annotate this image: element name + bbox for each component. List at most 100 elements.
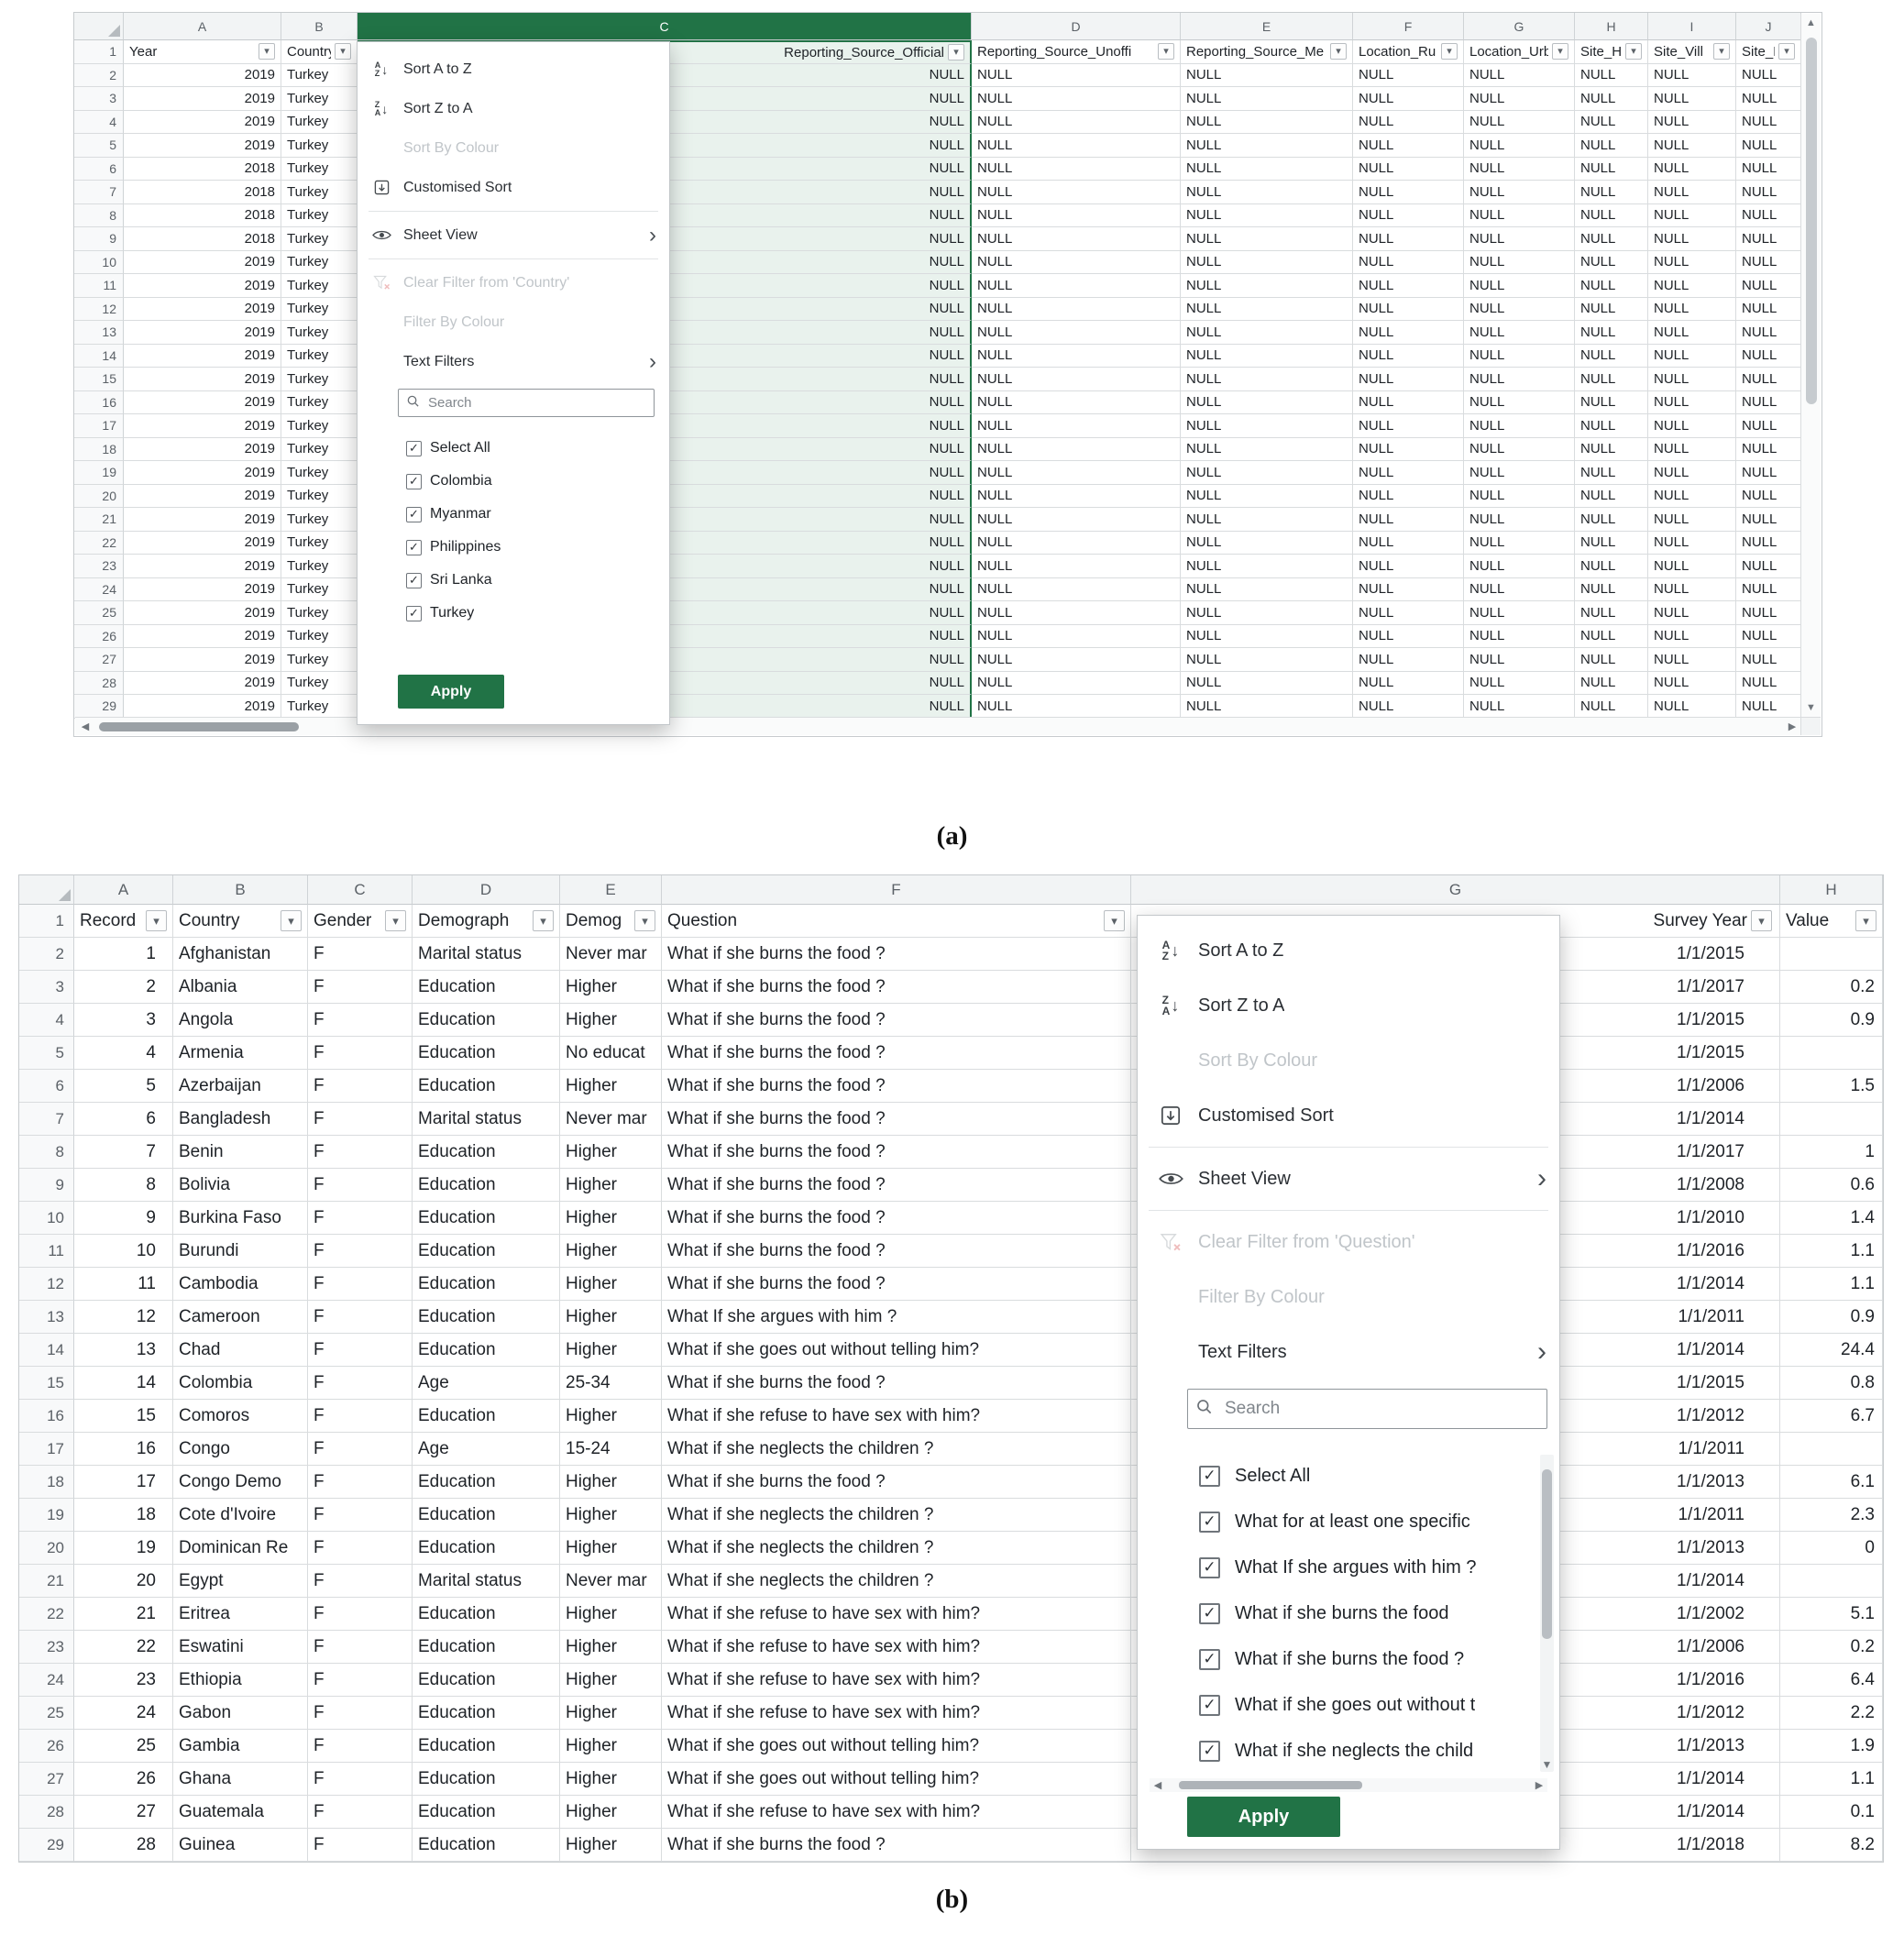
cell-null[interactable]: NULL	[1575, 274, 1648, 298]
cell-null[interactable]: NULL	[1648, 181, 1736, 204]
select-all-corner[interactable]	[74, 13, 124, 40]
cell-null[interactable]: NULL	[1575, 181, 1648, 204]
cell-null[interactable]: NULL	[972, 601, 1181, 625]
row-number[interactable]: 1	[19, 905, 74, 938]
cell-null[interactable]: NULL	[1648, 204, 1736, 228]
row-number[interactable]: 4	[19, 1004, 74, 1037]
cell-year[interactable]: 2018	[124, 181, 281, 204]
column-letter-f[interactable]: F	[1353, 13, 1464, 40]
cell-country[interactable]: Turkey	[281, 578, 358, 602]
cell-year[interactable]: 2019	[124, 321, 281, 345]
cell-country[interactable]: Turkey	[281, 485, 358, 509]
cell-demographics-type[interactable]: Age	[413, 1367, 560, 1400]
cell-value[interactable]: 1.1	[1780, 1268, 1883, 1301]
cell-record[interactable]: 16	[74, 1433, 173, 1466]
row-number[interactable]: 11	[19, 1235, 74, 1268]
cell-null[interactable]: NULL	[1181, 227, 1353, 251]
cell-gender[interactable]: F	[308, 1763, 413, 1796]
cell-record[interactable]: 27	[74, 1796, 173, 1829]
row-number[interactable]: 13	[19, 1301, 74, 1334]
cell-demographics-value[interactable]: Higher	[560, 1136, 662, 1169]
cell-value[interactable]	[1780, 1103, 1883, 1136]
cell-country[interactable]: Turkey	[281, 438, 358, 462]
cell-null[interactable]: NULL	[1181, 438, 1353, 462]
filter-option[interactable]: ✓ Colombia	[358, 465, 669, 498]
menu-item-text-filters[interactable]: Text Filters ›	[358, 342, 669, 381]
cell-null[interactable]: NULL	[1464, 672, 1575, 696]
cell-question[interactable]: What if she burns the food ?	[662, 1070, 1131, 1103]
cell-demographics-value[interactable]: Higher	[560, 1268, 662, 1301]
cell-country[interactable]: Turkey	[281, 64, 358, 88]
cell-gender[interactable]: F	[308, 1433, 413, 1466]
cell-demographics-value[interactable]: Higher	[560, 1004, 662, 1037]
menu-item-sort-a-to-z[interactable]: AZ↓ Sort A to Z	[358, 49, 669, 89]
cell-null[interactable]: NULL	[1353, 532, 1464, 555]
apply-button[interactable]: Apply	[398, 675, 504, 709]
cell-gender[interactable]: F	[308, 1136, 413, 1169]
row-number[interactable]: 12	[19, 1268, 74, 1301]
cell-null[interactable]: NULL	[1181, 204, 1353, 228]
row-number[interactable]: 18	[19, 1466, 74, 1499]
cell-gender[interactable]: F	[308, 1631, 413, 1664]
cell-null[interactable]: NULL	[1736, 438, 1801, 462]
cell-country[interactable]: Turkey	[281, 274, 358, 298]
cell-record[interactable]: 23	[74, 1664, 173, 1697]
cell-question[interactable]: What if she goes out without telling him…	[662, 1334, 1131, 1367]
filter-dropdown-icon[interactable]: ▾	[259, 43, 275, 60]
cell-null[interactable]: NULL	[972, 414, 1181, 438]
cell-year[interactable]: 2019	[124, 414, 281, 438]
cell-null[interactable]: NULL	[1736, 321, 1801, 345]
cell-null[interactable]: NULL	[972, 298, 1181, 322]
cell-demographics-value[interactable]: Higher	[560, 1532, 662, 1565]
filter-dropdown-icon[interactable]: ▾	[1441, 43, 1458, 60]
cell-null[interactable]: NULL	[1181, 298, 1353, 322]
cell-null[interactable]: NULL	[1181, 134, 1353, 158]
cell-null[interactable]: NULL	[1353, 181, 1464, 204]
row-number[interactable]: 15	[19, 1367, 74, 1400]
header-site-road[interactable]: Site_Roa▾	[1736, 40, 1801, 64]
cell-null[interactable]: NULL	[1575, 461, 1648, 485]
cell-null[interactable]: NULL	[1464, 368, 1575, 391]
row-number[interactable]: 26	[19, 1730, 74, 1763]
cell-null[interactable]: NULL	[1181, 111, 1353, 135]
cell-null[interactable]: NULL	[972, 648, 1181, 672]
cell-null[interactable]: NULL	[1464, 578, 1575, 602]
cell-country[interactable]: Afghanistan	[173, 938, 308, 971]
cell-null[interactable]: NULL	[1736, 158, 1801, 181]
cell-null[interactable]: NULL	[1575, 578, 1648, 602]
cell-demographics-value[interactable]: Higher	[560, 1169, 662, 1202]
column-letter-c-selected[interactable]: C	[358, 13, 972, 40]
cell-question[interactable]: What if she neglects the children ?	[662, 1433, 1131, 1466]
cell-year[interactable]: 2019	[124, 64, 281, 88]
cell-country[interactable]: Turkey	[281, 111, 358, 135]
cell-null[interactable]: NULL	[1736, 672, 1801, 696]
cell-question[interactable]: What if she neglects the children ?	[662, 1499, 1131, 1532]
cell-null[interactable]: NULL	[1648, 625, 1736, 649]
cell-year[interactable]: 2018	[124, 227, 281, 251]
cell-country[interactable]: Egypt	[173, 1565, 308, 1598]
checkbox-checked-icon[interactable]: ✓	[1199, 1603, 1220, 1624]
cell-gender[interactable]: F	[308, 1598, 413, 1631]
row-number[interactable]: 7	[74, 181, 124, 204]
cell-gender[interactable]: F	[308, 1268, 413, 1301]
row-number[interactable]: 14	[19, 1334, 74, 1367]
row-number[interactable]: 16	[74, 391, 124, 415]
cell-demographics-type[interactable]: Education	[413, 1499, 560, 1532]
cell-null[interactable]: NULL	[1648, 134, 1736, 158]
cell-null[interactable]: NULL	[972, 485, 1181, 509]
cell-value[interactable]	[1780, 1433, 1883, 1466]
cell-record[interactable]: 3	[74, 1004, 173, 1037]
scroll-track[interactable]	[95, 718, 1782, 735]
cell-null[interactable]: NULL	[1575, 298, 1648, 322]
cell-question[interactable]: What If she argues with him ?	[662, 1301, 1131, 1334]
filter-dropdown-icon[interactable]: ▾	[1855, 910, 1876, 931]
cell-null[interactable]: NULL	[1353, 274, 1464, 298]
cell-country[interactable]: Bangladesh	[173, 1103, 308, 1136]
filter-dropdown-icon[interactable]: ▾	[146, 910, 167, 931]
row-number[interactable]: 27	[19, 1763, 74, 1796]
cell-value[interactable]	[1780, 1037, 1883, 1070]
row-number[interactable]: 22	[19, 1598, 74, 1631]
cell-country[interactable]: Turkey	[281, 227, 358, 251]
cell-gender[interactable]: F	[308, 1664, 413, 1697]
cell-null[interactable]: NULL	[1736, 625, 1801, 649]
